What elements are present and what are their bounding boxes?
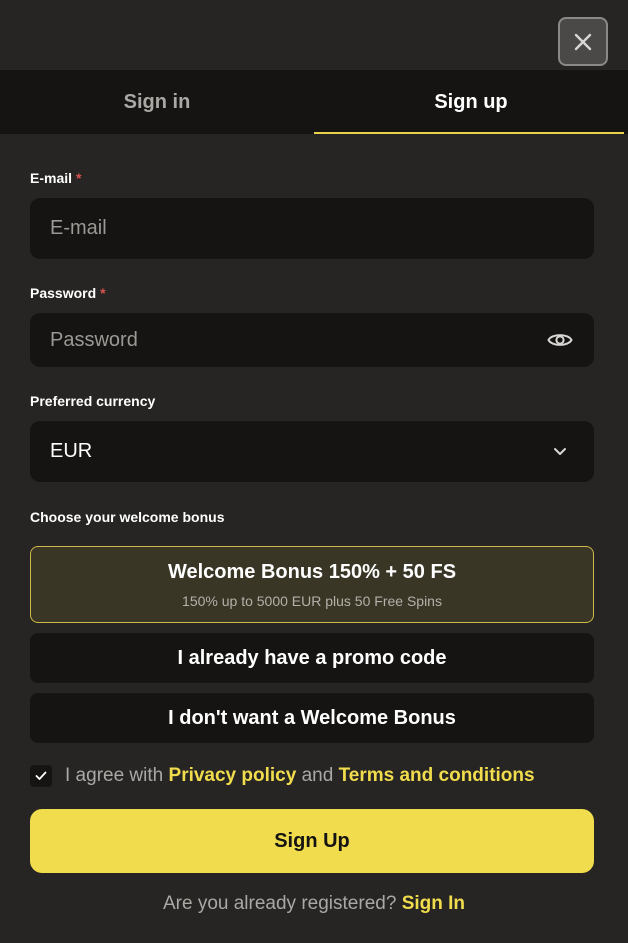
chevron-down-icon	[546, 438, 574, 466]
signup-modal: Sign in Sign up E-mail* Password* Prefer…	[0, 0, 628, 943]
auth-tabs: Sign in Sign up	[0, 70, 628, 134]
privacy-policy-link[interactable]: Privacy policy	[169, 765, 297, 787]
bonus-option-title: I don't want a Welcome Bonus	[168, 706, 456, 729]
password-label: Password *	[30, 285, 106, 301]
bonus-option-title: Welcome Bonus 150% + 50 FS	[167, 560, 457, 583]
bonus-label: Choose your welcome bonus	[30, 509, 225, 525]
bonus-option-welcome[interactable]: Welcome Bonus 150% + 50 FS 150% up to 50…	[30, 546, 594, 623]
currency-value: EUR	[50, 440, 93, 462]
bonus-option-no-bonus[interactable]: I don't want a Welcome Bonus	[30, 693, 594, 743]
bonus-option-promo-code[interactable]: I already have a promo code	[30, 633, 594, 683]
currency-select[interactable]: EUR	[30, 421, 594, 482]
tab-sign-in[interactable]: Sign in	[0, 70, 314, 134]
close-icon	[574, 33, 592, 50]
sign-in-link[interactable]: Sign In	[402, 893, 465, 914]
email-field[interactable]	[30, 198, 594, 259]
tab-sign-up[interactable]: Sign up	[314, 70, 628, 134]
eye-icon[interactable]	[546, 326, 574, 354]
check-icon	[35, 771, 47, 780]
agree-checkbox[interactable]	[30, 765, 52, 787]
required-mark: *	[100, 285, 106, 301]
agreement-prefix: I agree with	[65, 765, 164, 786]
agreement-row: I agree with Privacy policy and Terms an…	[30, 765, 535, 787]
terms-link[interactable]: Terms and conditions	[339, 765, 535, 787]
signin-question: Are you already registered?	[162, 893, 397, 914]
password-label-text: Password	[30, 285, 97, 301]
required-mark: *	[76, 170, 82, 186]
sign-up-button[interactable]: Sign Up	[30, 809, 594, 873]
bonus-option-title: I already have a promo code	[177, 646, 447, 669]
close-button[interactable]	[558, 17, 608, 66]
bonus-option-subtitle: 150% up to 5000 EUR plus 50 Free Spins	[182, 592, 442, 609]
email-input[interactable]	[50, 217, 574, 240]
email-label-text: E-mail	[30, 170, 73, 186]
password-input[interactable]	[50, 328, 546, 352]
signin-prompt: Are you already registered? Sign In	[0, 893, 628, 915]
password-field[interactable]	[30, 313, 594, 367]
agreement-and: and	[301, 765, 334, 786]
email-label: E-mail *	[30, 170, 81, 186]
currency-label: Preferred currency	[30, 393, 156, 409]
